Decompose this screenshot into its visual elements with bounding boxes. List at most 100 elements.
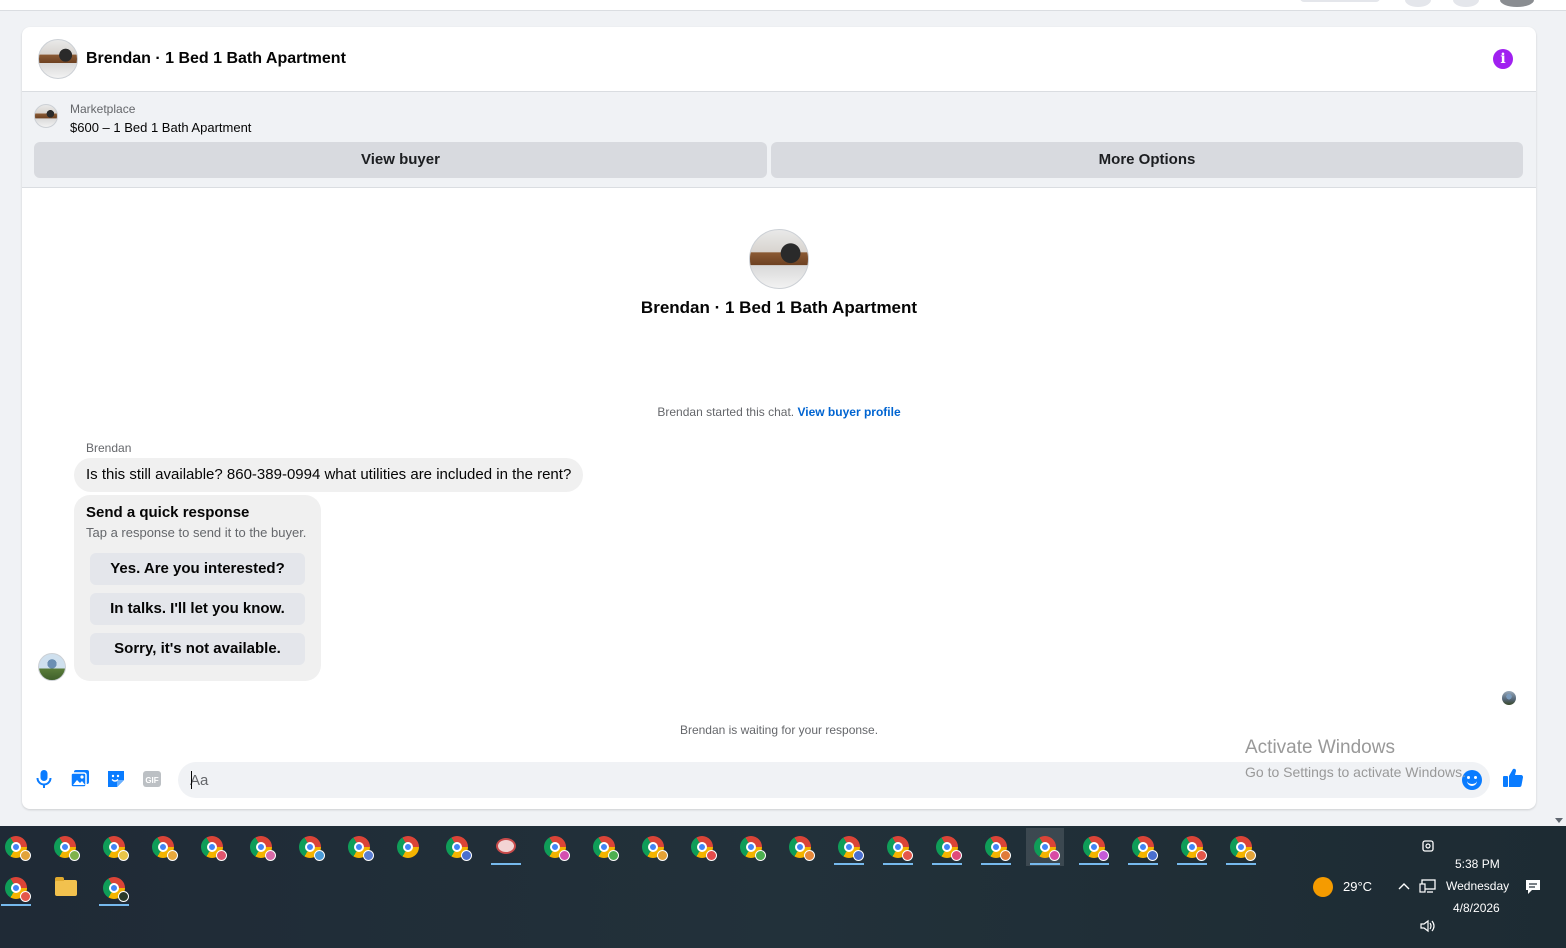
- chrome-icon: [1230, 836, 1256, 861]
- taskbar-app-button[interactable]: [438, 828, 476, 866]
- profile-badge-icon: [265, 850, 276, 861]
- taskbar-app-button[interactable]: [193, 828, 231, 866]
- message-composer: GIF: [22, 760, 1536, 800]
- buyer-avatar[interactable]: [38, 653, 66, 681]
- text-caret: [191, 771, 192, 789]
- running-indicator: [1079, 863, 1109, 865]
- chrome-icon: [691, 836, 717, 861]
- clock-date[interactable]: 4/8/2026: [1453, 901, 1500, 915]
- taskbar-app-button[interactable]: [144, 828, 182, 866]
- quick-response-title: Send a quick response: [86, 504, 250, 521]
- taskbar-app-button[interactable]: [46, 828, 84, 866]
- quick-response-not-available-button[interactable]: Sorry, it's not available.: [90, 633, 305, 665]
- chrome-icon: [201, 836, 227, 861]
- scroll-down-arrow-icon[interactable]: [1555, 818, 1563, 823]
- taskbar-app-button[interactable]: [732, 828, 770, 866]
- waiting-status-text: Brendan is waiting for your response.: [679, 723, 879, 737]
- microphone-icon[interactable]: [33, 768, 55, 790]
- page-scrollbar[interactable]: [1552, 11, 1566, 826]
- taskbar-app-button[interactable]: [95, 869, 133, 907]
- chrome-icon: [103, 836, 129, 861]
- browser-top-bar: [0, 0, 1566, 11]
- taskbar-app-button[interactable]: [1075, 828, 1113, 866]
- show-hidden-icons-chevron-icon[interactable]: [1396, 878, 1412, 894]
- marketplace-label: Marketplace: [70, 102, 136, 116]
- taskbar-app-button[interactable]: [928, 828, 966, 866]
- chrome-icon: [593, 836, 619, 861]
- chrome-icon: [348, 836, 374, 861]
- profile-badge-icon: [853, 850, 864, 861]
- chrome-icon: [1132, 836, 1158, 861]
- profile-badge-icon: [216, 850, 227, 861]
- taskbar-app-button[interactable]: [536, 828, 574, 866]
- profile-badge-icon: [804, 850, 815, 861]
- profile-badge-icon: [20, 891, 31, 902]
- listing-avatar[interactable]: [38, 39, 78, 79]
- taskbar-app-button[interactable]: [683, 828, 721, 866]
- incoming-message-bubble[interactable]: Is this still available? 860-389-0994 wh…: [74, 458, 584, 492]
- weather-temperature[interactable]: 29°C: [1343, 879, 1372, 894]
- view-buyer-button[interactable]: View buyer: [34, 142, 767, 178]
- listing-thumbnail[interactable]: [34, 104, 58, 128]
- windows-taskbar: 29°C 5:38 PM Wednesday 4/8/2026: [0, 826, 1566, 948]
- profile-badge-icon: [1000, 850, 1011, 861]
- profile-badge-icon: [167, 850, 178, 861]
- clock-time[interactable]: 5:38 PM: [1455, 857, 1500, 871]
- photo-attach-icon[interactable]: [69, 768, 91, 790]
- toolbar-icon-remnant[interactable]: [1453, 0, 1479, 7]
- message-input[interactable]: [190, 762, 1450, 798]
- taskbar-app-button[interactable]: [781, 828, 819, 866]
- chrome-icon: [446, 836, 472, 861]
- sticker-icon[interactable]: [105, 768, 127, 790]
- notification-center-icon[interactable]: [1524, 878, 1542, 896]
- listing-price-title[interactable]: $600 – 1 Bed 1 Bath Apartment: [70, 120, 251, 135]
- clock-day[interactable]: Wednesday: [1446, 879, 1509, 893]
- volume-icon[interactable]: [1419, 918, 1437, 934]
- conversation-title[interactable]: Brendan · 1 Bed 1 Bath Apartment: [86, 50, 346, 68]
- taskbar-app-button[interactable]: [0, 869, 35, 907]
- quick-response-yes-button[interactable]: Yes. Are you interested?: [90, 553, 305, 585]
- profile-badge-icon: [951, 850, 962, 861]
- toolbar-icon-remnant[interactable]: [1405, 0, 1431, 7]
- taskbar-app-button[interactable]: [487, 828, 525, 866]
- taskbar-app-button[interactable]: [95, 828, 133, 866]
- taskbar-app-button[interactable]: [1222, 828, 1260, 866]
- taskbar-app-button[interactable]: [46, 869, 84, 907]
- network-icon[interactable]: [1419, 878, 1437, 894]
- chrome-icon: [103, 877, 129, 902]
- info-icon[interactable]: i: [1493, 49, 1513, 69]
- meet-now-icon[interactable]: [1420, 838, 1436, 854]
- message-sender-name: Brendan: [86, 441, 132, 455]
- taskbar-app-button[interactable]: [1124, 828, 1162, 866]
- running-indicator: [1128, 863, 1158, 865]
- profile-badge-icon: [1147, 850, 1158, 861]
- message-input-wrapper: [178, 762, 1490, 798]
- taskbar-app-button[interactable]: [977, 828, 1015, 866]
- taskbar-app-button[interactable]: [0, 828, 35, 866]
- weather-sun-icon[interactable]: [1313, 877, 1333, 897]
- taskbar-app-button[interactable]: [1026, 828, 1064, 866]
- chrome-icon: [1034, 836, 1060, 861]
- gif-icon[interactable]: GIF: [141, 768, 163, 790]
- taskbar-app-button[interactable]: [242, 828, 280, 866]
- conversation-avatar-large: [749, 229, 809, 289]
- taskbar-app-button[interactable]: [830, 828, 868, 866]
- taskbar-app-button[interactable]: [634, 828, 672, 866]
- more-options-button[interactable]: More Options: [771, 142, 1523, 178]
- taskbar-app-button[interactable]: [879, 828, 917, 866]
- profile-avatar-remnant[interactable]: [1500, 0, 1534, 7]
- taskbar-app-button[interactable]: [389, 828, 427, 866]
- marketplace-listing-banner: Marketplace $600 – 1 Bed 1 Bath Apartmen…: [22, 92, 1536, 188]
- chat-started-text: Brendan started this chat.: [657, 405, 795, 419]
- emoji-icon[interactable]: [1462, 770, 1482, 790]
- running-indicator: [981, 863, 1011, 865]
- taskbar-app-button[interactable]: [1173, 828, 1211, 866]
- profile-badge-icon: [118, 891, 129, 902]
- taskbar-app-button[interactable]: [291, 828, 329, 866]
- chrome-icon: [397, 836, 419, 858]
- taskbar-app-button[interactable]: [340, 828, 378, 866]
- view-buyer-profile-link[interactable]: View buyer profile: [797, 405, 900, 419]
- quick-response-in-talks-button[interactable]: In talks. I'll let you know.: [90, 593, 305, 625]
- thumbs-up-icon[interactable]: [1501, 766, 1525, 790]
- taskbar-app-button[interactable]: [585, 828, 623, 866]
